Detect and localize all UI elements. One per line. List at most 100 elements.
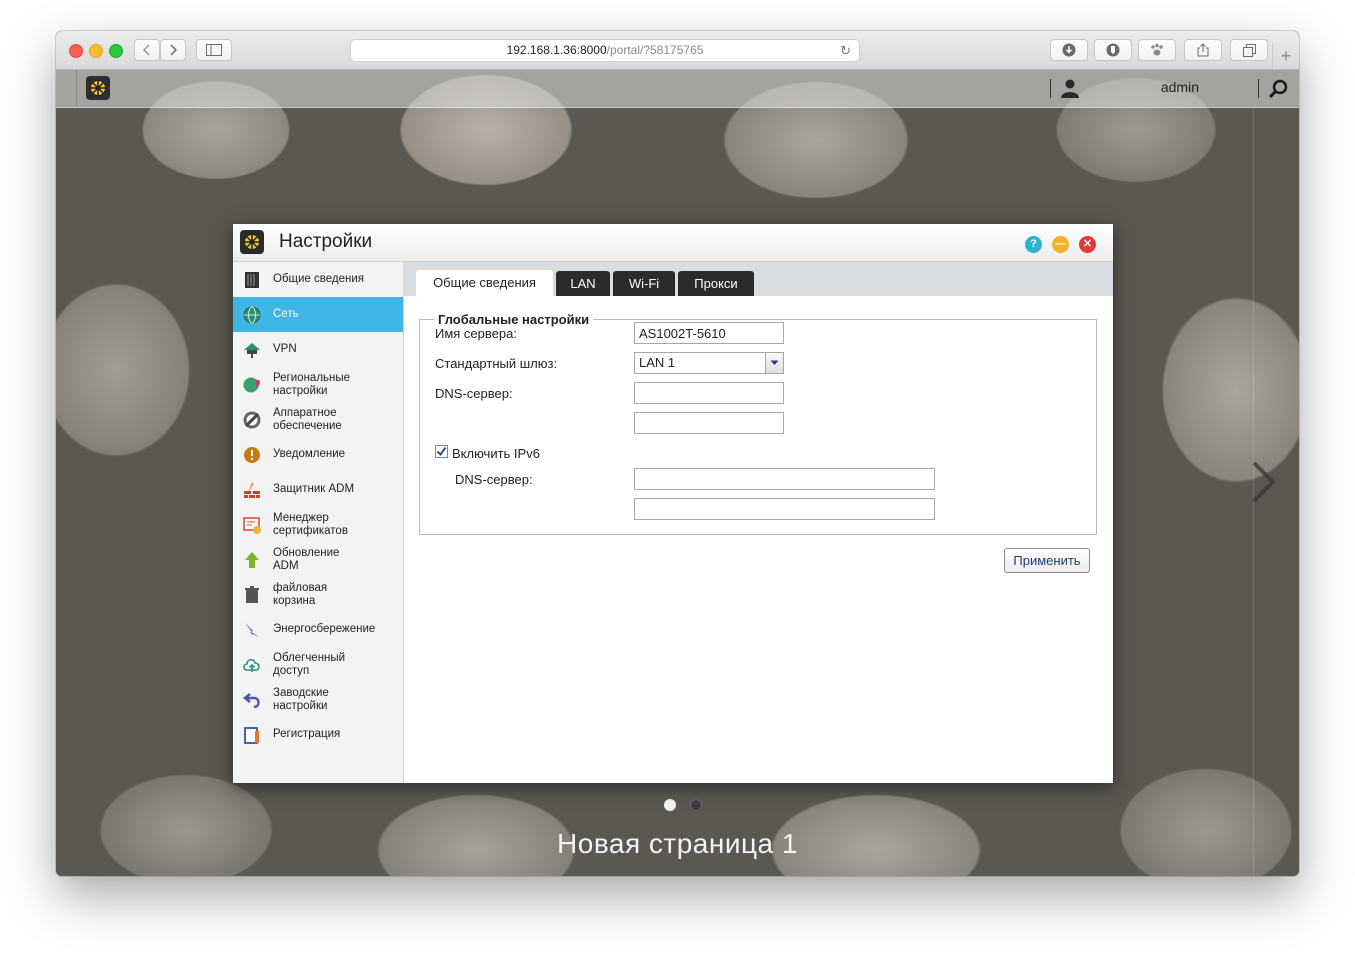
dropdown-arrow[interactable]: [765, 353, 783, 373]
minimize-dialog-button[interactable]: —: [1052, 236, 1069, 253]
settings-content: Общие сведения LAN Wi-Fi Прокси Глобальн…: [404, 262, 1113, 783]
sidebar-item-label: Сеть: [273, 308, 299, 320]
ipv6-label[interactable]: Включить IPv6: [452, 446, 540, 461]
sidebar-item-hardware[interactable]: Аппаратное обеспечение: [233, 402, 403, 437]
dns-label: DNS-сервер:: [435, 386, 513, 401]
page-indicator: [657, 798, 709, 816]
hardware-icon: [242, 410, 262, 430]
sidebar-item-firewall[interactable]: Защитник ADM: [233, 472, 403, 507]
sidebar-item-label: Заводские настройки: [273, 686, 329, 712]
ipv6-dns1-input[interactable]: [634, 468, 935, 490]
page-dot-1[interactable]: [664, 799, 676, 811]
browser-toolbar: 192.168.1.36:8000/portal/?58175765 ↻ +: [56, 31, 1299, 70]
zoom-window-button[interactable]: [109, 44, 123, 58]
dialog-title-bar[interactable]: Настройки ? — ✕: [233, 224, 1113, 262]
sidebar-item-label: Регистрация: [273, 728, 341, 740]
dialog-title: Настройки: [279, 231, 373, 252]
tab-proxy[interactable]: Прокси: [678, 271, 754, 296]
server-name-input[interactable]: [634, 322, 784, 344]
sidebar-item-label: Облегченный доступ: [273, 651, 346, 677]
vpn-icon: [242, 340, 262, 360]
server-icon: [242, 270, 262, 290]
sidebar-toggle-button[interactable]: [196, 39, 232, 61]
sidebar-item-update-arrow[interactable]: Обновление ADM: [233, 542, 403, 577]
minimize-window-button[interactable]: [89, 44, 103, 58]
update-arrow-icon: [242, 550, 262, 570]
certificate-icon: [242, 515, 262, 535]
help-button[interactable]: ?: [1025, 236, 1042, 253]
apply-button[interactable]: Применить: [1004, 548, 1090, 573]
sidebar-item-label: Энергосбережение: [273, 623, 376, 635]
paw-extension-button[interactable]: [1138, 39, 1176, 61]
settings-wheel-icon: [244, 234, 260, 250]
tabs-overview-button[interactable]: [1230, 39, 1268, 61]
registration-icon: [242, 725, 262, 745]
sidebar-item-label: файловая корзина: [273, 581, 328, 607]
tab-lan[interactable]: LAN: [556, 271, 610, 296]
sidebar-item-label: VPN: [273, 343, 297, 355]
ipv6-dns2-input[interactable]: [634, 498, 935, 520]
back-button[interactable]: [134, 39, 160, 61]
paw-icon: [1151, 43, 1163, 56]
search-icon[interactable]: [1268, 79, 1288, 99]
tab-wifi[interactable]: Wi-Fi: [613, 271, 675, 296]
share-button[interactable]: [1184, 39, 1222, 61]
taskbar-divider: [1258, 79, 1259, 98]
next-page-arrow[interactable]: [1251, 460, 1277, 516]
tabs-icon: [1242, 43, 1256, 57]
close-window-button[interactable]: [69, 44, 83, 58]
sidebar-item-trash[interactable]: файловая корзина: [233, 577, 403, 612]
ipv6-dns-label: DNS-сервер:: [455, 472, 533, 487]
sidebar-item-server[interactable]: Общие сведения: [233, 262, 403, 297]
close-dialog-button[interactable]: ✕: [1079, 236, 1096, 253]
group-legend: Глобальные настройки: [438, 312, 590, 327]
sidebar-item-cloud[interactable]: Облегченный доступ: [233, 647, 403, 682]
adm-home-button[interactable]: [86, 76, 110, 100]
new-tab-button[interactable]: +: [1272, 43, 1299, 69]
dns2-input[interactable]: [634, 412, 784, 434]
reload-icon[interactable]: ↻: [840, 40, 851, 61]
sidebar-icon: [206, 44, 222, 56]
username-label[interactable]: admin: [1161, 79, 1199, 95]
address-bar[interactable]: 192.168.1.36:8000/portal/?58175765 ↻: [350, 39, 860, 62]
sidebar-item-label: Обновление ADM: [273, 546, 340, 572]
tab-general[interactable]: Общие сведения: [416, 270, 553, 296]
settings-wheel-icon: [90, 80, 106, 96]
sidebar-item-label: Защитник ADM: [273, 483, 355, 495]
energy-icon: [242, 620, 262, 640]
alert-icon: [242, 445, 262, 465]
sidebar-item-globe[interactable]: Сеть: [233, 297, 403, 332]
sidebar-item-label: Уведомление: [273, 448, 346, 460]
sidebar-item-label: Региональные настройки: [273, 371, 351, 397]
page-dot-2[interactable]: [690, 799, 702, 811]
dns1-input[interactable]: [634, 382, 784, 404]
settings-sidebar: Общие сведения Сеть VPN Региональные настро…: [233, 262, 404, 783]
sidebar-item-alert[interactable]: Уведомление: [233, 437, 403, 472]
adm-desktop: admin Новая страница 1 Настройки ? — ✕ О…: [56, 70, 1299, 876]
sidebar-item-region[interactable]: Региональные настройки: [233, 367, 403, 402]
sidebar-item-vpn[interactable]: VPN: [233, 332, 403, 367]
url-host: 192.168.1.36:8000: [506, 43, 607, 57]
gateway-label: Стандартный шлюз:: [435, 356, 558, 371]
sidebar-item-label: Аппаратное обеспечение: [273, 406, 342, 432]
sidebar-item-reset[interactable]: Заводские настройки: [233, 682, 403, 717]
url-path: /portal/?58175765: [606, 43, 704, 57]
sidebar-item-label: Менеджер сертификатов: [273, 511, 348, 537]
gateway-select[interactable]: LAN 1: [634, 352, 784, 374]
chevron-right-icon: [1252, 461, 1276, 503]
cloud-icon: [242, 655, 262, 675]
chevron-right-icon: [170, 44, 177, 56]
extension-button[interactable]: [1094, 39, 1132, 61]
chevron-left-icon: [143, 44, 150, 56]
ipv6-checkbox[interactable]: [435, 445, 448, 458]
sidebar-item-energy[interactable]: Энергосбережение: [233, 612, 403, 647]
sidebar-item-certificate[interactable]: Менеджер сертификатов: [233, 507, 403, 542]
globe-icon: [242, 305, 262, 325]
forward-button[interactable]: [160, 39, 186, 61]
taskbar-divider: [1050, 79, 1051, 98]
downloads-button[interactable]: [1050, 39, 1088, 61]
sidebar-item-registration[interactable]: Регистрация: [233, 717, 403, 752]
user-icon[interactable]: [1060, 78, 1080, 98]
shield-extension-icon: [1106, 43, 1120, 57]
settings-dialog: Настройки ? — ✕ Общие сведения Сеть VPN Рег…: [233, 224, 1113, 783]
